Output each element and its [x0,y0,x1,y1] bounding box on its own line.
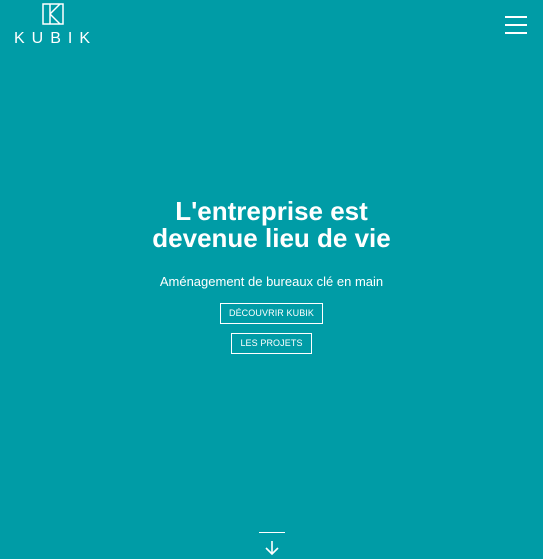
discover-kubik-button[interactable]: DÉCOUVRIR KUBIK [219,303,323,324]
hero-title: L'entreprise est devenue lieu de vie [0,198,543,252]
projects-button[interactable]: LES PROJETS [231,333,312,354]
hero-section: L'entreprise est devenue lieu de vie Amé… [0,198,543,354]
menu-button[interactable] [505,16,527,34]
arrow-down-icon [265,541,279,556]
logo-wordmark: KUBIK [14,30,98,47]
hero-title-line-1: L'entreprise est [175,196,368,226]
hamburger-icon-line [505,32,527,34]
hero-title-line-2: devenue lieu de vie [152,223,391,253]
kubik-logo-mark-icon [42,3,64,25]
hamburger-icon [505,16,527,18]
scroll-down-button[interactable] [259,532,285,559]
kubik-logo[interactable]: KUBIK [14,3,94,47]
hero-subtitle: Aménagement de bureaux clé en main [159,274,384,289]
hamburger-icon-line [505,24,527,26]
